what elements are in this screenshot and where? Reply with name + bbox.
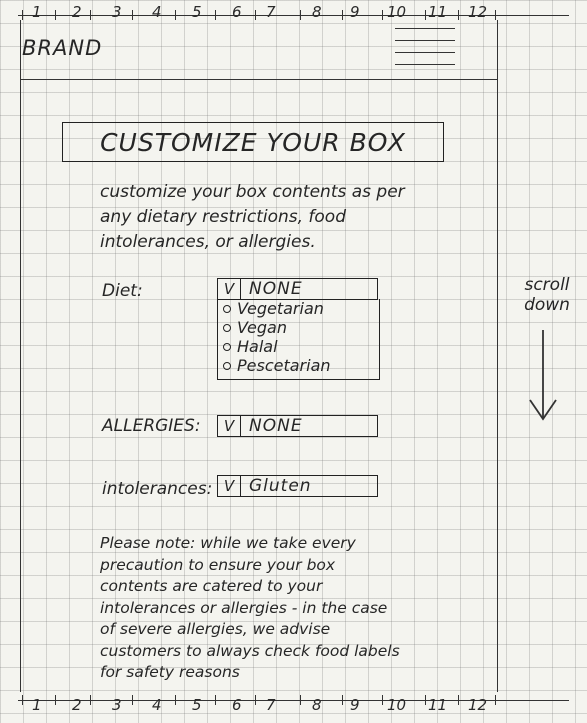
allergies-label: ALLERGIES: xyxy=(102,416,201,436)
ruler-number: 10 xyxy=(387,696,407,714)
ruler-number: 11 xyxy=(428,3,448,21)
ruler-tick xyxy=(495,10,496,20)
ruler-tick xyxy=(215,10,216,20)
allergies-check-mark[interactable]: V xyxy=(218,416,241,436)
ruler-tick xyxy=(342,695,343,705)
ruler-number: 8 xyxy=(312,696,322,714)
intolerances-select[interactable]: V Gluten xyxy=(217,475,378,497)
ruler-tick xyxy=(255,10,256,20)
ruler-number: 11 xyxy=(428,696,448,714)
radio-icon[interactable] xyxy=(223,323,231,332)
page-frame-right xyxy=(497,20,498,692)
allergies-select[interactable]: V NONE xyxy=(217,415,378,437)
scroll-hint-text: scroll down xyxy=(524,275,570,315)
intro-text: customize your box contents as per any d… xyxy=(100,182,405,252)
ruler-number: 12 xyxy=(468,3,488,21)
ruler-tick xyxy=(132,10,133,20)
ruler-number: 1 xyxy=(32,3,42,21)
ruler-tick xyxy=(458,695,459,705)
disclaimer-note: Please note: while we take every precaut… xyxy=(100,534,400,681)
ruler-tick xyxy=(300,10,301,20)
ruler-number: 3 xyxy=(112,696,122,714)
diet-check-mark[interactable]: V xyxy=(218,279,241,299)
ruler-tick xyxy=(215,695,216,705)
ruler-number: 4 xyxy=(152,3,162,21)
menu-bar xyxy=(395,52,455,53)
menu-bar xyxy=(395,28,455,29)
option-label: Halal xyxy=(237,337,278,356)
ruler-number: 5 xyxy=(192,3,202,21)
bottom-ruler: 1 2 3 4 5 6 7 8 9 10 11 12 xyxy=(0,688,587,716)
ruler-number: 12 xyxy=(468,696,488,714)
ruler-tick xyxy=(175,695,176,705)
arrow-down-icon xyxy=(529,330,557,421)
diet-selected-value: NONE xyxy=(249,279,303,299)
ruler-number: 1 xyxy=(32,696,42,714)
intolerances-label: intolerances: xyxy=(102,479,213,499)
ruler-number: 9 xyxy=(350,696,360,714)
page-title-box: CUSTOMIZE YOUR BOX xyxy=(62,122,444,162)
ruler-tick xyxy=(55,10,56,20)
brand-logo[interactable]: BRAND xyxy=(22,36,102,60)
diet-options-list: Vegetarian Vegan Halal Pescetarian xyxy=(217,299,380,380)
ruler-tick xyxy=(22,695,23,705)
ruler-number: 2 xyxy=(72,3,82,21)
allergies-selected-value: NONE xyxy=(249,416,303,436)
intolerances-selected-value: Gluten xyxy=(249,476,312,496)
menu-bar xyxy=(395,64,455,65)
option-label: Vegan xyxy=(237,318,287,337)
radio-icon[interactable] xyxy=(223,361,231,370)
menu-bar xyxy=(395,40,455,41)
header-divider xyxy=(20,79,498,80)
option-label: Pescetarian xyxy=(237,356,331,375)
ruler-tick xyxy=(382,695,383,705)
ruler-tick xyxy=(425,695,426,705)
ruler-tick xyxy=(382,10,383,20)
diet-option-vegan[interactable]: Vegan xyxy=(218,318,379,337)
ruler-tick xyxy=(55,695,56,705)
ruler-tick xyxy=(255,695,256,705)
ruler-number: 4 xyxy=(152,696,162,714)
ruler-number: 10 xyxy=(387,3,407,21)
diet-option-halal[interactable]: Halal xyxy=(218,337,379,356)
ruler-number: 6 xyxy=(232,3,242,21)
diet-select[interactable]: V NONE xyxy=(217,278,378,300)
ruler-tick xyxy=(495,695,496,705)
ruler-number: 3 xyxy=(112,3,122,21)
diet-label: Diet: xyxy=(102,281,143,301)
ruler-number: 2 xyxy=(72,696,82,714)
ruler-tick xyxy=(342,10,343,20)
hamburger-menu-icon[interactable] xyxy=(395,28,455,70)
option-label: Vegetarian xyxy=(237,299,324,318)
radio-icon[interactable] xyxy=(223,342,231,351)
ruler-tick xyxy=(90,10,91,20)
radio-icon[interactable] xyxy=(223,304,231,313)
ruler-tick xyxy=(175,10,176,20)
ruler-tick xyxy=(300,695,301,705)
top-ruler: 1 2 3 4 5 6 7 8 9 10 11 12 xyxy=(0,0,587,28)
ruler-tick xyxy=(132,695,133,705)
ruler-number: 7 xyxy=(266,696,276,714)
page-title: CUSTOMIZE YOUR BOX xyxy=(100,127,406,157)
ruler-number: 5 xyxy=(192,696,202,714)
ruler-number: 6 xyxy=(232,696,242,714)
ruler-number: 7 xyxy=(266,3,276,21)
page-frame-left xyxy=(20,20,21,692)
ruler-tick xyxy=(458,10,459,20)
diet-option-vegetarian[interactable]: Vegetarian xyxy=(218,299,379,318)
ruler-number: 9 xyxy=(350,3,360,21)
intolerances-check-mark[interactable]: V xyxy=(218,476,241,496)
diet-option-pescetarian[interactable]: Pescetarian xyxy=(218,356,379,375)
ruler-tick xyxy=(90,695,91,705)
ruler-number: 8 xyxy=(312,3,322,21)
ruler-tick xyxy=(22,10,23,20)
ruler-tick xyxy=(425,10,426,20)
